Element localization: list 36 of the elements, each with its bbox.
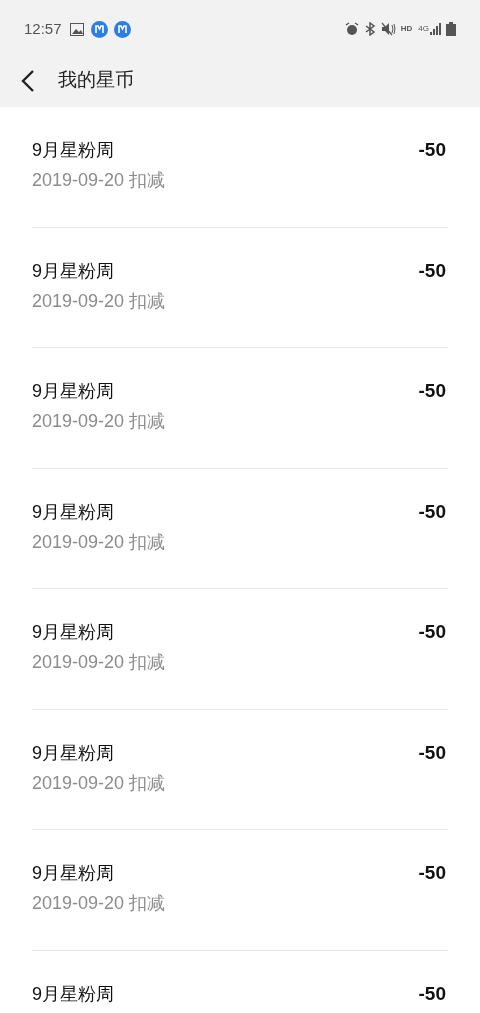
record-title: 9月星粉周: [32, 862, 115, 885]
network-type: 4G: [418, 23, 429, 35]
record-date: 2019-09-20 扣减: [32, 169, 167, 192]
record-amount: -50: [418, 620, 446, 644]
status-time: 12:57: [24, 18, 62, 39]
record-date: 2019-09-20 扣减: [32, 289, 167, 313]
record-amount: -50: [418, 981, 446, 1006]
battery-icon: [446, 22, 456, 36]
record-title: 9月星粉周: [32, 259, 115, 283]
record-amount: -50: [418, 861, 446, 885]
record-amount: -50: [418, 740, 446, 765]
network-label: HD: [400, 23, 413, 35]
mute-icon: [380, 22, 396, 36]
app-icon: [113, 20, 131, 38]
record-title: 9月星粉周: [32, 380, 115, 403]
record-title: 9月星粉周: [32, 500, 115, 524]
app-icon: [90, 20, 108, 38]
alarm-icon: [344, 22, 359, 36]
signal-icon: [430, 23, 442, 35]
record-date: 2019-09-20 扣减: [32, 651, 167, 674]
record-amount: -50: [418, 258, 446, 283]
record-date: 2019-09-20 扣减: [32, 892, 167, 915]
record-amount: -50: [418, 499, 446, 524]
record-date: 2019-09-20 扣减: [32, 530, 167, 554]
record-title: 9月星粉周: [32, 139, 115, 162]
record-amount: -50: [418, 138, 446, 162]
record-date: 2019-09-20 扣减: [32, 410, 167, 433]
bluetooth-icon: [363, 22, 376, 36]
record-title: 9月星粉周: [32, 621, 115, 644]
record-amount: -50: [418, 379, 446, 403]
record-date: 2019-09-20 扣减: [32, 771, 167, 795]
back-icon[interactable]: [20, 68, 36, 93]
record-title: 9月星粉周: [32, 982, 115, 1006]
record-title: 9月星粉周: [32, 741, 115, 765]
page-title: 我的星币: [58, 68, 134, 93]
image-icon: [69, 22, 84, 36]
